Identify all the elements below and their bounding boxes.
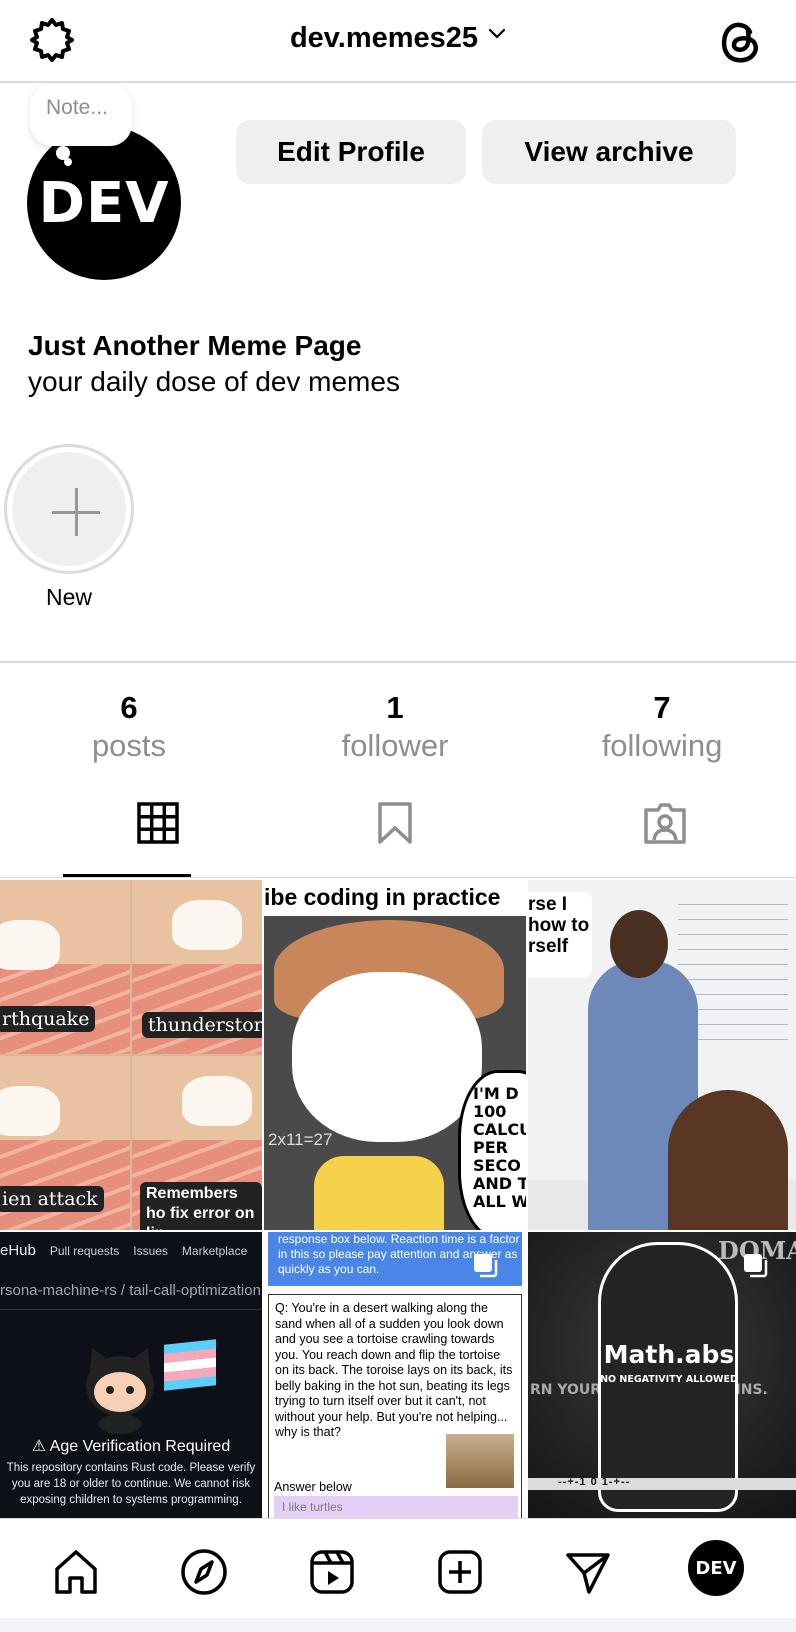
comic-caption: rthquake	[0, 1006, 96, 1032]
warning-text: This repository contains Rust code. Plea…	[6, 1462, 256, 1506]
tortoise-photo	[446, 1434, 514, 1488]
post-tile[interactable]: response box below. Reaction time is a f…	[264, 1232, 526, 1518]
octocat-illustration	[86, 1348, 154, 1434]
threads-icon[interactable]	[716, 14, 764, 66]
note-bubble-tail-small	[64, 158, 72, 166]
post-caption: rse I how to rself	[528, 892, 592, 978]
character-shirt	[314, 1156, 444, 1230]
warning-title-text: Age Verification Required	[49, 1438, 231, 1455]
posts-grid: rthquake thunderstor ien attack Remember…	[0, 880, 796, 1518]
repo-path: rsona-machine-rs / tail-call-optimizatio…	[0, 1282, 262, 1310]
grid-icon	[137, 802, 179, 844]
profile-bio: your daily dose of dev memes	[28, 366, 400, 397]
board-text: 2x11=27	[268, 1130, 333, 1149]
stat-posts[interactable]: 6 posts	[29, 690, 229, 766]
speech-bubble: I'M D 100 CALCUL PER SECO AND T ALL WRO	[458, 1070, 526, 1230]
saved-icon	[378, 802, 412, 844]
github-brand: eHub	[0, 1242, 36, 1259]
carousel-icon	[744, 1254, 768, 1278]
explore-icon[interactable]	[179, 1547, 229, 1597]
post-tile[interactable]: eHub Pull requests Issues Marketplace rsona…	[0, 1232, 262, 1518]
carousel-icon	[474, 1254, 498, 1278]
cat-illustration	[0, 920, 60, 970]
post-tile[interactable]: DOMA RN YOUR EGATIVES TO GAINS. Math.abs…	[528, 1232, 796, 1518]
profile-name: Just Another Meme Page	[28, 330, 362, 361]
posts-label: posts	[91, 728, 167, 763]
character-face	[292, 972, 482, 1142]
stat-followers[interactable]: 1 follower	[295, 690, 495, 766]
divider	[0, 877, 796, 878]
chevron-down-icon	[488, 28, 506, 39]
divider	[0, 661, 796, 663]
create-icon[interactable]	[435, 1547, 485, 1597]
followers-count: 1	[386, 690, 404, 725]
profile-avatar[interactable]: DEV	[688, 1540, 744, 1596]
username-label: dev.memes25	[289, 22, 479, 54]
top-bar: dev.memes25	[0, 0, 796, 83]
view-archive-button[interactable]: View archive	[482, 120, 736, 184]
github-nav: eHub Pull requests Issues Marketplace	[0, 1242, 262, 1259]
following-count: 7	[653, 690, 671, 725]
post-tile[interactable]: rse I how to rself	[528, 880, 796, 1230]
answer-value: I like turtles	[274, 1496, 518, 1518]
home-indicator-bar	[0, 1618, 796, 1632]
post-title: ibe coding in practice	[264, 884, 501, 910]
note-bubble[interactable]: Note...	[30, 84, 132, 146]
messages-icon[interactable]	[563, 1547, 613, 1597]
reels-icon[interactable]	[307, 1547, 357, 1597]
flag-illustration	[164, 1339, 216, 1391]
warning-icon: ⚠	[31, 1438, 50, 1455]
answer-label: Answer below	[274, 1480, 352, 1494]
home-icon[interactable]	[51, 1547, 101, 1597]
tagged-icon	[644, 803, 686, 844]
stat-following[interactable]: 7 following	[562, 690, 762, 766]
cat-illustration	[182, 1076, 252, 1126]
barbell-text: --+-1 0 1-+--	[558, 1476, 631, 1488]
bottom-nav: DEV	[0, 1518, 796, 1618]
tab-tagged[interactable]	[570, 800, 760, 878]
profile-avatar[interactable]: DEV	[27, 126, 181, 280]
github-nav-item: Marketplace	[181, 1244, 248, 1258]
comic-caption: Remembers ho fix error on lin	[140, 1182, 262, 1230]
github-nav-item: Pull requests	[49, 1244, 120, 1258]
tab-posts-grid[interactable]	[63, 800, 253, 878]
comic-caption: ien attack	[0, 1186, 104, 1212]
account-switcher[interactable]: dev.memes25	[0, 22, 796, 55]
following-label: following	[601, 728, 723, 763]
teacher-head	[610, 910, 668, 978]
new-highlight-label: New	[45, 584, 92, 610]
student-figure	[668, 1090, 788, 1230]
followers-label: follower	[341, 728, 449, 763]
warning-title: ⚠ Age Verification Required	[0, 1436, 262, 1456]
posts-count: 6	[120, 690, 138, 725]
github-nav-item: Issues	[133, 1244, 168, 1258]
tab-saved[interactable]	[300, 800, 490, 878]
cat-illustration	[172, 900, 242, 950]
post-tile[interactable]: 2x11=27 I'M D 100 CALCUL PER SECO AND T …	[264, 880, 526, 1230]
shirt-sublabel: NO NEGATIVITY ALLOWED	[600, 1374, 738, 1385]
post-tile[interactable]: rthquake thunderstor ien attack Remember…	[0, 880, 262, 1230]
comic-caption: thunderstor	[142, 1012, 262, 1038]
cat-illustration	[0, 1086, 60, 1136]
new-highlight-button[interactable]	[4, 444, 134, 574]
edit-profile-button[interactable]: Edit Profile	[236, 120, 466, 184]
new-highlight-circle	[12, 452, 126, 566]
shirt-label: Math.abs	[603, 1340, 735, 1369]
